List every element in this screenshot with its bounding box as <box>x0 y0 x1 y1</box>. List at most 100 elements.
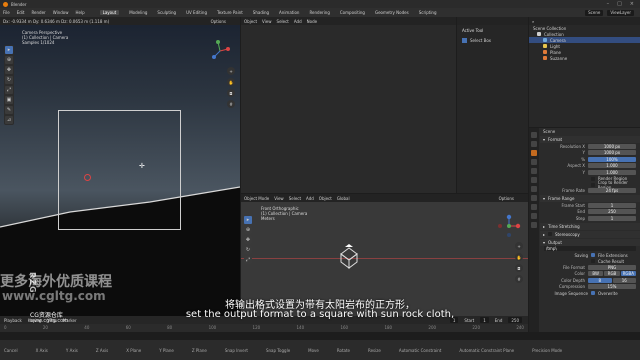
menu-select[interactable]: Select <box>289 196 301 201</box>
menu-help[interactable]: Help <box>75 10 84 15</box>
node-editor[interactable]: Object View Select Add Node <box>241 17 456 193</box>
rotate-tool-icon[interactable]: ↻ <box>244 246 252 254</box>
frame-tick-label: 180 <box>384 325 393 330</box>
frame-range-section-header[interactable]: ▾ Frame Range <box>540 195 640 202</box>
cursor-tool-icon[interactable]: ⊕ <box>244 226 252 234</box>
output-section-header[interactable]: ▾ Output <box>540 238 640 246</box>
menu-file[interactable]: File <box>3 10 10 15</box>
tab-compositing[interactable]: Compositing <box>340 10 365 15</box>
camera-view-icon[interactable]: ◘ <box>515 264 523 272</box>
format-section-header[interactable]: ▾ Format <box>540 136 640 143</box>
tab-modeling[interactable]: Modeling <box>129 10 147 15</box>
property-field[interactable]: 1.000 <box>588 163 636 169</box>
menu-add[interactable]: Add <box>306 196 314 201</box>
property-field[interactable]: 1000 px <box>588 143 636 149</box>
blender-window: Blender – □ × File Edit Render Window He… <box>0 0 640 360</box>
grid-view-icon[interactable]: # <box>227 100 235 108</box>
physics-tab-icon[interactable] <box>531 204 537 210</box>
maximize-icon[interactable]: □ <box>617 1 622 7</box>
world-tab-icon[interactable] <box>531 177 537 183</box>
view-layer-field[interactable]: ViewLayer <box>607 9 634 16</box>
select-box-row[interactable]: Select Box <box>457 36 528 45</box>
zoom-icon[interactable]: + <box>515 242 523 250</box>
pan-icon[interactable]: ✋ <box>227 78 235 86</box>
pan-icon[interactable]: ✋ <box>515 253 523 261</box>
menu-node[interactable]: Node <box>307 19 317 24</box>
property-field[interactable]: 1000 px <box>588 150 636 156</box>
property-field[interactable]: 1 <box>588 215 636 221</box>
transform-tool-icon[interactable]: ▣ <box>5 96 13 104</box>
select-tool-icon[interactable]: ▸ <box>244 216 252 224</box>
frame-rate-field[interactable]: 24 fps <box>588 188 636 194</box>
move-tool-icon[interactable]: ✥ <box>5 66 13 74</box>
color-rgba-button[interactable]: RGBA <box>620 271 636 277</box>
axis-gizmo-icon[interactable] <box>497 214 521 238</box>
cursor-tool-icon[interactable]: ⊕ <box>5 56 13 64</box>
format-rows: Resolution X 1000 px Y 1000 px% 100% Aspect X… <box>540 143 640 176</box>
color-rgb-button[interactable]: RGB <box>604 271 620 277</box>
menu-window[interactable]: Window <box>53 10 69 15</box>
menu-object[interactable]: Object <box>244 19 257 24</box>
menu-view[interactable]: View <box>262 19 272 24</box>
grid-view-icon[interactable]: # <box>515 275 523 283</box>
measure-tool-icon[interactable]: ⊿ <box>5 116 13 124</box>
constraint-tab-icon[interactable] <box>531 213 537 219</box>
annotate-tool-icon[interactable]: ✎ <box>5 106 13 114</box>
options-button[interactable]: Options <box>211 19 240 24</box>
menu-render[interactable]: Render <box>31 10 45 15</box>
menu-view[interactable]: View <box>274 196 284 201</box>
minimize-icon[interactable]: – <box>607 1 610 7</box>
options-button[interactable]: Options <box>499 196 528 201</box>
tab-scripting[interactable]: Scripting <box>419 10 437 15</box>
tool-tab-icon[interactable] <box>531 132 537 138</box>
rotate-tool-icon[interactable]: ↻ <box>5 76 13 84</box>
transform-orientation[interactable]: Global <box>337 196 350 201</box>
zoom-icon[interactable]: + <box>227 67 235 75</box>
property-field[interactable]: 250 <box>588 209 636 215</box>
property-field[interactable]: 100% <box>588 156 636 162</box>
checkbox-icon[interactable] <box>548 232 553 236</box>
scale-tool-icon[interactable]: ⤢ <box>5 86 13 94</box>
render-tab-icon[interactable] <box>531 141 537 147</box>
tab-animation[interactable]: Animation <box>279 10 299 15</box>
color-bw-button[interactable]: BW <box>588 271 604 277</box>
property-field[interactable]: 1 <box>588 202 636 208</box>
camera-object-icon[interactable] <box>337 244 361 270</box>
scale-tool-icon[interactable]: ⤢ <box>244 256 252 264</box>
close-icon[interactable]: × <box>630 1 634 7</box>
time-stretching-section-header[interactable]: ▸ Time Stretching <box>540 222 640 230</box>
camera-view-icon[interactable]: ◘ <box>227 89 235 97</box>
move-tool-icon[interactable]: ✥ <box>244 236 252 244</box>
view-layer-tab-icon[interactable] <box>531 159 537 165</box>
tab-rendering[interactable]: Rendering <box>309 10 329 15</box>
mode-select[interactable]: Object Mode <box>244 196 269 201</box>
filter-icon[interactable]: ⌕ <box>532 19 534 24</box>
menu-add[interactable]: Add <box>294 19 302 24</box>
object-tab-icon[interactable] <box>531 186 537 192</box>
tab-shading[interactable]: Shading <box>253 10 269 15</box>
menu-object[interactable]: Object <box>319 196 332 201</box>
tab-layout[interactable]: Layout <box>99 10 120 15</box>
scene-tab-icon[interactable] <box>531 168 537 174</box>
property-field[interactable]: 1.000 <box>588 169 636 175</box>
axis-gizmo-icon[interactable] <box>208 39 232 63</box>
data-tab-icon[interactable] <box>531 222 537 228</box>
output-tab-icon[interactable] <box>531 150 537 156</box>
depth-8-button[interactable]: 8 <box>588 277 612 283</box>
scene-field[interactable]: Scene <box>585 9 604 16</box>
file-format-select[interactable]: PNG <box>588 264 636 270</box>
select-tool-icon[interactable]: ▸ <box>5 46 13 54</box>
output-path-field[interactable]: /tmp\ <box>544 246 636 252</box>
tab-sculpting[interactable]: Sculpting <box>157 10 176 15</box>
modifier-tab-icon[interactable] <box>531 195 537 201</box>
tab-geometry-nodes[interactable]: Geometry Nodes <box>375 10 409 15</box>
compression-slider[interactable]: 15% <box>588 284 636 290</box>
tab-texture-paint[interactable]: Texture Paint <box>217 10 243 15</box>
outliner-item[interactable]: Suzanne <box>529 55 640 61</box>
depth-16-button[interactable]: 16 <box>612 277 636 283</box>
tab-uv-editing[interactable]: UV Editing <box>186 10 207 15</box>
menu-select[interactable]: Select <box>277 19 289 24</box>
object-type-icon <box>543 56 547 60</box>
stereoscopy-section-header[interactable]: ▸ Stereoscopy <box>540 230 640 238</box>
menu-edit[interactable]: Edit <box>17 10 25 15</box>
